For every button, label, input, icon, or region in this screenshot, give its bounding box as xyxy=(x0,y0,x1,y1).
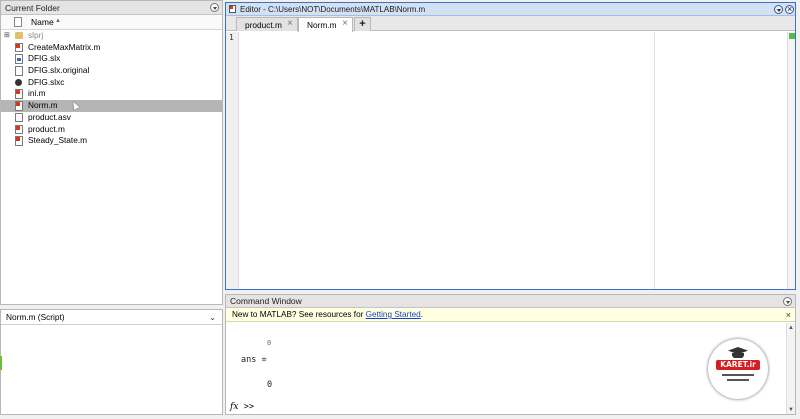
simulink-model-icon xyxy=(15,54,23,64)
notice-period: . xyxy=(420,310,423,319)
close-icon[interactable] xyxy=(785,3,794,16)
function-browser-icon[interactable]: fx xyxy=(230,402,238,412)
file-row-norm[interactable]: Norm.m xyxy=(1,100,222,112)
matlab-script-icon xyxy=(15,124,23,134)
code-editor[interactable]: 1 xyxy=(226,32,795,289)
file-row-dfig-slx[interactable]: DFIG.slx xyxy=(1,53,222,65)
tab-label: Norm.m xyxy=(307,20,337,30)
folder-icon xyxy=(15,32,23,39)
expand-icon[interactable]: ⊞ xyxy=(4,30,10,42)
watermark-subtitle-line xyxy=(727,379,749,381)
editor-title-bar: Editor - C:\Users\NOT\Documents\MATLAB\N… xyxy=(226,3,795,16)
editor-title: Editor - C:\Users\NOT\Documents\MATLAB\N… xyxy=(240,5,426,14)
ans-label: ans = xyxy=(241,355,267,365)
new-tab-button[interactable]: + xyxy=(354,17,371,31)
file-row-product-m[interactable]: product.m xyxy=(1,124,222,136)
file-row-product-asv[interactable]: product.asv xyxy=(1,112,222,124)
output-partial-value: 0 xyxy=(267,339,272,347)
details-file-label: Norm.m (Script) xyxy=(6,312,65,322)
status-indicator xyxy=(0,356,2,370)
file-name: Norm.m xyxy=(28,100,58,111)
file-row-steady-state[interactable]: Steady_State.m xyxy=(1,135,222,147)
name-column-header[interactable]: Name ▲ xyxy=(1,15,222,30)
details-panel: Norm.m (Script) ⌄ xyxy=(0,309,223,415)
editor-panel: Editor - C:\Users\NOT\Documents\MATLAB\N… xyxy=(225,2,796,290)
file-row-ini[interactable]: ini.m xyxy=(1,88,222,100)
notice-text: New to MATLAB? See resources for xyxy=(232,310,366,319)
graduation-cap-base xyxy=(732,353,744,358)
mouse-cursor-icon xyxy=(70,100,80,111)
current-folder-panel: Current Folder Name ▲ ⊞ slprj CreateMaxM… xyxy=(0,0,223,305)
file-type-column-icon xyxy=(14,17,22,27)
chevron-down-icon[interactable]: ⌄ xyxy=(209,310,216,325)
getting-started-link[interactable]: Getting Started xyxy=(366,310,421,319)
scroll-down-icon[interactable]: ▼ xyxy=(788,407,794,413)
line-number-gutter: 1 xyxy=(226,32,239,289)
command-window-title-bar: Command Window xyxy=(226,295,795,308)
tab-product-m[interactable]: product.m × xyxy=(236,17,298,31)
file-list: ⊞ slprj CreateMaxMatrix.m DFIG.slx DFIG.… xyxy=(1,30,222,147)
getting-started-notice: New to MATLAB? See resources for Getting… xyxy=(226,308,795,322)
close-tab-icon[interactable]: × xyxy=(287,18,293,30)
editor-document-icon xyxy=(229,5,236,13)
file-name: product.asv xyxy=(28,111,71,122)
editor-actions-icon[interactable] xyxy=(774,5,783,14)
karet-watermark-logo: KARET.ir xyxy=(708,339,768,399)
command-window-title: Command Window xyxy=(230,296,302,306)
close-notice-icon[interactable]: × xyxy=(786,308,791,322)
editor-tab-bar: product.m × Norm.m × + xyxy=(226,16,795,32)
matlab-script-icon xyxy=(15,101,23,111)
file-name: CreateMaxMatrix.m xyxy=(28,41,101,52)
file-name: product.m xyxy=(28,123,65,134)
current-folder-title-bar: Current Folder xyxy=(1,1,222,15)
panel-actions-icon[interactable] xyxy=(783,297,792,306)
command-window-scrollbar[interactable]: ▲ ▼ xyxy=(786,323,795,414)
file-name: ini.m xyxy=(28,88,46,99)
file-name: DFIG.slxc xyxy=(28,76,65,87)
details-header[interactable]: Norm.m (Script) ⌄ xyxy=(1,310,222,325)
command-prompt[interactable]: >> xyxy=(244,402,254,412)
ans-value: 0 xyxy=(267,380,273,390)
panel-actions-icon[interactable] xyxy=(210,3,219,12)
matlab-script-icon xyxy=(15,89,23,99)
document-icon xyxy=(15,66,23,76)
scroll-up-icon[interactable]: ▲ xyxy=(788,325,794,331)
matlab-script-icon xyxy=(15,42,23,53)
name-column-label: Name xyxy=(31,17,54,27)
command-prompt-line[interactable]: fx >> xyxy=(230,401,254,412)
file-name: slprj xyxy=(28,30,44,40)
tab-label: product.m xyxy=(245,20,282,30)
simulink-cache-icon xyxy=(15,78,23,88)
right-margin-guide xyxy=(654,32,655,289)
file-name: Steady_State.m xyxy=(28,135,88,146)
line-number: 1 xyxy=(229,33,234,42)
tab-norm-m[interactable]: Norm.m × xyxy=(298,17,353,32)
editor-scrollbar[interactable] xyxy=(787,32,795,289)
watermark-brand: KARET.ir xyxy=(716,360,760,370)
document-icon xyxy=(15,112,23,123)
sort-ascending-icon: ▲ xyxy=(55,18,61,24)
close-tab-icon[interactable]: × xyxy=(342,18,348,30)
file-row-dfig-slxc[interactable]: DFIG.slxc xyxy=(1,77,222,89)
file-name: DFIG.slx xyxy=(28,53,61,64)
code-analyzer-ok-icon[interactable] xyxy=(789,33,795,39)
watermark-subtitle-line xyxy=(722,374,754,376)
current-folder-title: Current Folder xyxy=(5,3,60,13)
file-row-slprj[interactable]: ⊞ slprj xyxy=(1,30,222,42)
matlab-script-icon xyxy=(15,136,23,146)
file-row-createmaxmatrix[interactable]: CreateMaxMatrix.m xyxy=(1,42,222,54)
file-name: DFIG.slx.original xyxy=(28,65,90,76)
file-row-dfig-original[interactable]: DFIG.slx.original xyxy=(1,65,222,77)
